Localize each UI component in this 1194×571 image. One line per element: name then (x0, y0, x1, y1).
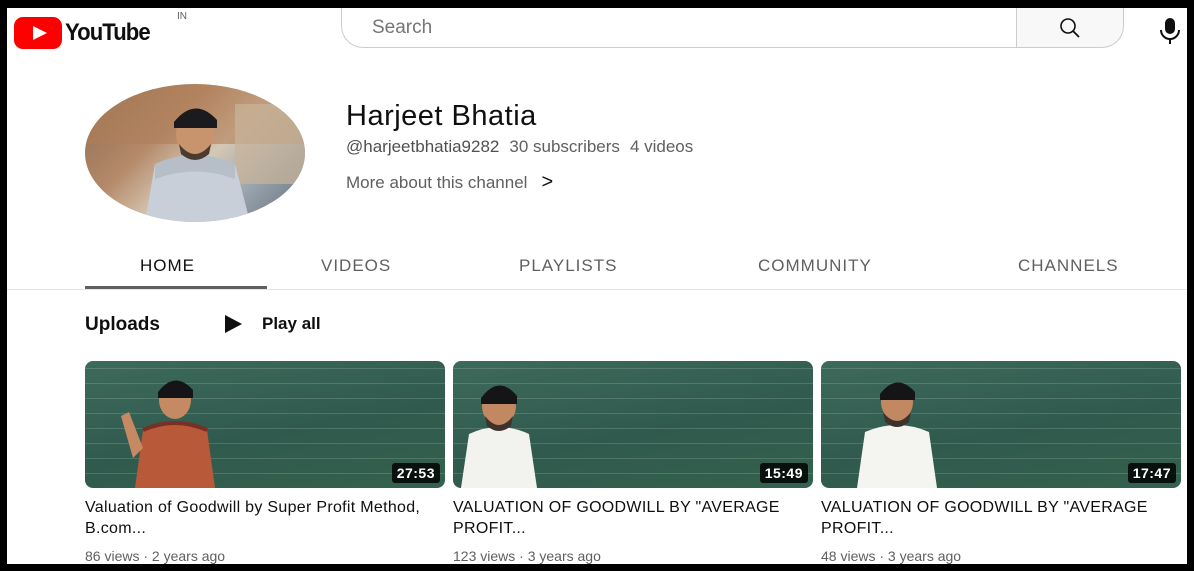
video-duration: 15:49 (759, 463, 808, 483)
video-title[interactable]: VALUATION OF GOODWILL BY "AVERAGE PROFIT… (453, 497, 815, 539)
play-all-label: Play all (262, 314, 321, 333)
chevron-right-icon: > (541, 171, 554, 193)
youtube-play-icon (14, 17, 62, 49)
more-about-channel-link[interactable]: More about this channel > (346, 171, 553, 194)
channel-name: Harjeet Bhatia (346, 100, 537, 132)
tab-playlists[interactable]: PLAYLISTS (519, 256, 617, 276)
video-meta: 123 views · 3 years ago (453, 548, 601, 564)
play-all-button[interactable]: Play all (225, 314, 321, 334)
video-card[interactable]: 27:53 Valuation of Goodwill by Super Pro… (85, 361, 447, 564)
subscriber-count: 30 subscribers (509, 137, 620, 156)
logo-text: YouTube (65, 19, 151, 46)
search-input[interactable]: Search (341, 8, 1017, 48)
video-card[interactable]: 17:47 VALUATION OF GOODWILL BY "AVERAGE … (821, 361, 1183, 564)
search-placeholder: Search (372, 16, 433, 38)
upload-age: 3 years ago (887, 548, 962, 564)
tab-community[interactable]: COMMUNITY (758, 256, 872, 276)
tab-channels[interactable]: CHANNELS (1018, 256, 1119, 276)
channel-handle: @harjeetbhatia9282 (346, 137, 500, 156)
view-count: 86 views (85, 548, 140, 564)
search-icon (1060, 17, 1080, 38)
more-about-label: More about this channel (346, 172, 528, 192)
microphone-icon[interactable] (1157, 16, 1183, 46)
search-button[interactable] (1016, 8, 1124, 48)
youtube-channel-page: YouTube IN Search Harjeet Bhatia @harjee… (7, 8, 1187, 564)
tab-home[interactable]: HOME (140, 256, 195, 276)
upload-age: 2 years ago (151, 548, 226, 564)
video-title[interactable]: Valuation of Goodwill by Super Profit Me… (85, 497, 447, 539)
video-meta: 86 views · 2 years ago (85, 548, 226, 564)
video-duration: 17:47 (1127, 463, 1176, 483)
view-count: 123 views (453, 548, 516, 564)
video-thumbnail[interactable]: 15:49 (453, 361, 813, 488)
video-title[interactable]: VALUATION OF GOODWILL BY "AVERAGE PROFIT… (821, 497, 1183, 539)
region-code: IN (177, 11, 187, 22)
tab-videos[interactable]: VIDEOS (321, 256, 391, 276)
video-count: 4 videos (629, 137, 694, 156)
video-meta: 48 views · 3 years ago (821, 548, 962, 564)
video-thumbnail[interactable]: 27:53 (85, 361, 445, 488)
youtube-logo[interactable]: YouTube (14, 17, 157, 49)
video-duration: 27:53 (391, 463, 440, 483)
video-card[interactable]: 15:49 VALUATION OF GOODWILL BY "AVERAGE … (453, 361, 815, 564)
presenter-figure (857, 382, 937, 488)
presenter-figure (121, 380, 215, 488)
presenter-figure (461, 385, 537, 488)
uploads-heading: Uploads (85, 314, 160, 335)
channel-avatar (85, 84, 305, 222)
video-thumbnail[interactable]: 17:47 (821, 361, 1181, 488)
channel-meta: @harjeetbhatia9282 30 subscribers 4 vide… (346, 137, 693, 157)
channel-tabs: HOME VIDEOS PLAYLISTS COMMUNITY CHANNELS (7, 246, 1187, 290)
active-tab-indicator (85, 286, 267, 289)
view-count: 48 views (821, 548, 876, 564)
upload-age: 3 years ago (527, 548, 601, 564)
play-icon (225, 315, 242, 333)
avatar-portrait (85, 84, 305, 222)
